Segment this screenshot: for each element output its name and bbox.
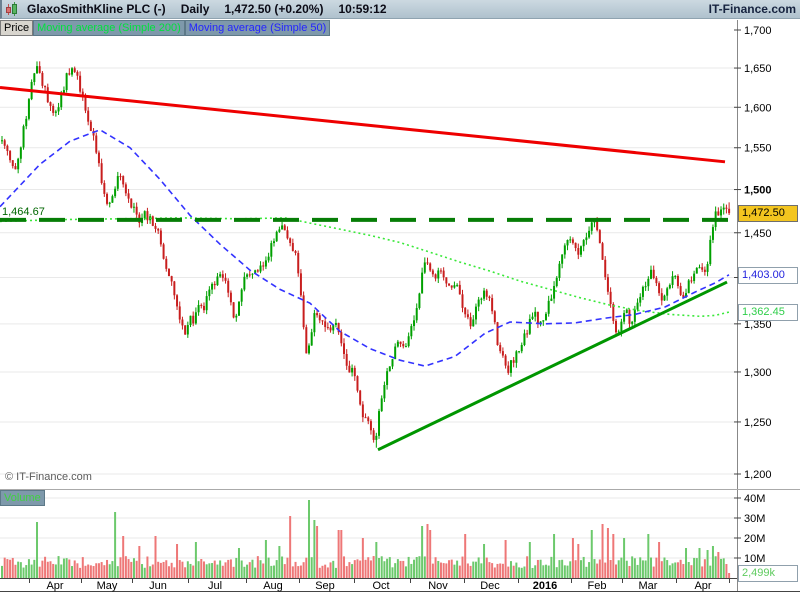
svg-text:Oct: Oct [372, 580, 389, 592]
svg-text:1,450: 1,450 [744, 228, 772, 240]
svg-text:1,250: 1,250 [744, 417, 772, 429]
svg-text:May: May [97, 580, 118, 592]
svg-text:1,700: 1,700 [744, 25, 772, 37]
volume-value-badge: 2,499k [738, 565, 798, 582]
price-chart-canvas[interactable]: 1,464.67 1,700 1,650 1,600 1,550 1,500 1,450 1,… [0, 0, 800, 600]
volume-axis-labels: 40M 30M 20M 10M [734, 493, 765, 565]
trendline-ascending-support[interactable] [377, 280, 728, 452]
svg-text:1,200: 1,200 [744, 469, 772, 481]
svg-text:1,300: 1,300 [744, 367, 772, 379]
ma50-value-badge: 1,403.00 [738, 267, 798, 284]
svg-text:30M: 30M [744, 513, 765, 525]
tab-moving-average-200[interactable]: Moving average (Simple 200) [33, 20, 185, 36]
last-quote: 1,472.50 (+0.20%) [224, 2, 324, 16]
svg-text:Apr: Apr [694, 580, 711, 592]
svg-text:Apr: Apr [46, 580, 63, 592]
volume-bars [1, 500, 731, 578]
y-axis-labels: 1,7001,6501,6001,5501,5001,4501,4001,350… [734, 25, 772, 481]
svg-text:2016: 2016 [533, 580, 557, 592]
svg-text:Jun: Jun [149, 580, 167, 592]
candles [1, 61, 731, 448]
svg-text:Nov: Nov [428, 580, 448, 592]
svg-text:1,550: 1,550 [744, 143, 772, 155]
svg-text:Jul: Jul [208, 580, 222, 592]
horizontal-level-label: 1,464.67 [2, 206, 45, 218]
ma50-line [0, 128, 730, 367]
tab-moving-average-50[interactable]: Moving average (Simple 50) [184, 20, 331, 36]
last-price-badge: 1,472.50 [738, 205, 798, 222]
svg-text:Feb: Feb [588, 580, 607, 592]
brand-logo: IT-Finance.com [708, 2, 796, 16]
svg-text:10M: 10M [744, 553, 765, 565]
svg-text:1,500: 1,500 [744, 185, 772, 197]
x-axis-labels: Apr May Jun Jul Aug Sep Oct Nov Dec 2016 Feb Mar Apr [29, 578, 730, 592]
svg-text:Aug: Aug [263, 580, 283, 592]
svg-text:20M: 20M [744, 533, 765, 545]
candlestick-icon [5, 1, 19, 17]
tab-volume[interactable]: Volume [0, 490, 45, 506]
indicator-tabs: Price Moving average (Simple 200) Moving… [0, 20, 331, 36]
svg-text:40M: 40M [744, 493, 765, 505]
svg-text:1,600: 1,600 [744, 102, 772, 114]
chart-window: 1,464.67 1,700 1,650 1,600 1,550 1,500 1,450 1,… [0, 0, 800, 600]
tab-price[interactable]: Price [0, 20, 34, 36]
ma200-value-badge: 1,362.45 [738, 304, 798, 321]
timeframe-label: Daily [180, 2, 210, 16]
instrument-title: GlaxoSmithKline PLC (-) [27, 2, 166, 16]
svg-text:Mar: Mar [639, 580, 658, 592]
quote-time: 10:59:12 [338, 2, 387, 16]
title-bar: GlaxoSmithKline PLC (-) Daily 1,472.50 (… [0, 0, 800, 19]
svg-text:1,650: 1,650 [744, 63, 772, 75]
svg-text:Dec: Dec [480, 580, 500, 592]
watermark: © IT-Finance.com [5, 471, 92, 483]
svg-text:Sep: Sep [315, 580, 335, 592]
trendline-descending-resistance[interactable] [0, 86, 726, 164]
